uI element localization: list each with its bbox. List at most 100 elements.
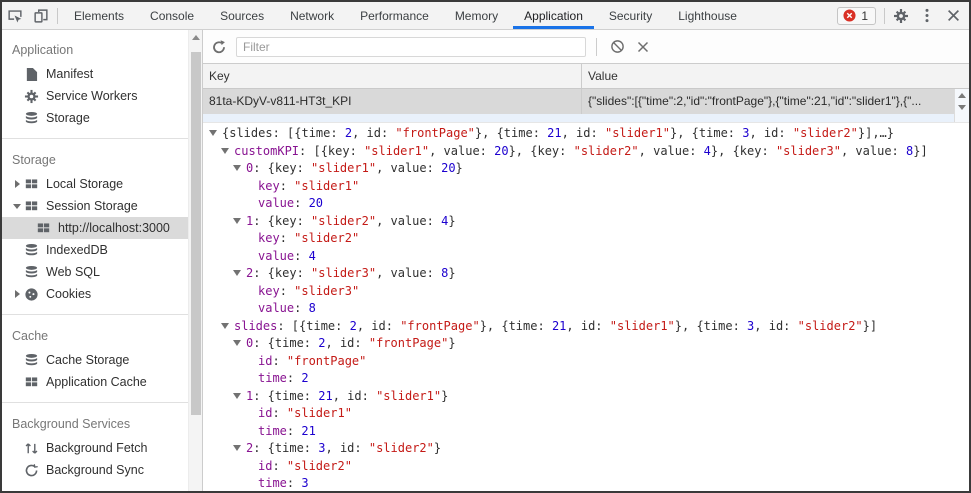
toolbar-divider [884, 7, 885, 24]
tree-line[interactable]: 0: {key: "slider1", value: 20} [203, 160, 969, 178]
token-p: } [433, 441, 442, 455]
sidebar-item-background-fetch[interactable]: Background Fetch [2, 437, 202, 459]
tree-line[interactable]: key: "slider3" [203, 283, 969, 301]
tree-expander-icon[interactable] [233, 160, 246, 178]
tab-console[interactable]: Console [137, 2, 207, 29]
token-s: "slider2" [792, 126, 858, 140]
tab-sources[interactable]: Sources [207, 2, 277, 29]
tree-line[interactable]: customKPI: [{key: "slider1", value: 20},… [203, 143, 969, 161]
token-n: 20 [494, 143, 509, 158]
token-s: "slider3" [775, 143, 841, 158]
tree-expander-icon[interactable] [233, 213, 246, 231]
filter-input[interactable] [236, 36, 586, 57]
token-p: }] [862, 318, 878, 333]
tree-line[interactable]: 1: {time: 21, id: "slider1"} [203, 388, 969, 406]
tree-line[interactable]: value: 4 [203, 248, 969, 266]
devtools-tabbar: Elements Console Sources Network Performance… [2, 2, 969, 30]
tree-line[interactable]: value: 8 [203, 300, 969, 318]
token-p: : {key: [253, 266, 312, 280]
token-s: "frontPage" [368, 336, 449, 350]
sidebar-item-service-workers[interactable]: Service Workers [2, 85, 202, 107]
scroll-down-arrow-icon[interactable] [955, 101, 969, 113]
storage-row-selected[interactable]: 81ta-KDyV-v811-HT3t_KPI {"slides":[{"tim… [203, 89, 969, 114]
tree-line[interactable]: time: 2 [203, 370, 969, 388]
tree-expander-icon[interactable] [221, 143, 234, 161]
tree-line[interactable]: time: 21 [203, 423, 969, 441]
sidebar-item-storage[interactable]: Storage [2, 107, 202, 129]
sidebar-item-cookies[interactable]: Cookies [2, 283, 202, 305]
tab-security[interactable]: Security [596, 2, 665, 29]
tab-lighthouse[interactable]: Lighthouse [665, 2, 750, 29]
expander-collapsed-icon[interactable] [11, 290, 23, 298]
sidebar-item-http-localhost-3000[interactable]: http://localhost:3000 [2, 217, 202, 239]
section-divider [2, 402, 202, 403]
inspect-icon[interactable] [2, 3, 28, 29]
grid-scrollbar[interactable] [954, 89, 969, 122]
tree-line[interactable]: 2: {time: 3, id: "slider2"} [203, 440, 969, 458]
sidebar-item-manifest[interactable]: Manifest [2, 63, 202, 85]
token-s: "slider1" [376, 388, 442, 403]
column-header-value[interactable]: Value [582, 64, 969, 88]
tree-expander-icon[interactable] [221, 318, 234, 336]
tree-expander-icon[interactable] [233, 335, 246, 353]
token-k: key [258, 283, 280, 298]
tab-application[interactable]: Application [511, 2, 596, 29]
token-p: , value: [638, 143, 704, 158]
tab-elements[interactable]: Elements [61, 2, 137, 29]
storage-key: 81ta-KDyV-v811-HT3t_KPI [203, 89, 582, 114]
tree-line[interactable]: 1: {key: "slider2", value: 4} [203, 213, 969, 231]
token-n: 4 [703, 143, 711, 158]
tree-expander-icon[interactable] [233, 388, 246, 406]
sidebar-item-cache-storage[interactable]: Cache Storage [2, 349, 202, 371]
sidebar-scrollbar[interactable] [188, 30, 202, 491]
sidebar-item-web-sql[interactable]: Web SQL [2, 261, 202, 283]
session-storage-panel: Key Value 81ta-KDyV-v811-HT3t_KPI {"slid… [203, 30, 969, 491]
expander-collapsed-icon[interactable] [11, 180, 23, 188]
sidebar-item-session-storage[interactable]: Session Storage [2, 195, 202, 217]
settings-gear-icon[interactable] [888, 3, 914, 29]
toolbar-divider [57, 7, 58, 24]
tab-memory[interactable]: Memory [442, 2, 511, 29]
more-menu-icon[interactable] [914, 3, 940, 29]
scrollbar-thumb[interactable] [190, 52, 201, 415]
token-p: : [279, 283, 295, 298]
scroll-up-arrow-icon[interactable] [955, 89, 969, 101]
tree-line[interactable]: key: "slider1" [203, 178, 969, 196]
sidebar-item-background-sync[interactable]: Background Sync [2, 459, 202, 481]
close-icon[interactable] [940, 3, 966, 29]
tab-network[interactable]: Network [277, 2, 347, 29]
tab-performance[interactable]: Performance [347, 2, 442, 29]
tree-expander-icon[interactable] [233, 265, 246, 283]
scroll-up-arrow-icon[interactable] [192, 35, 200, 40]
sidebar-item-application-cache[interactable]: Application Cache [2, 371, 202, 393]
tree-line[interactable]: key: "slider2" [203, 230, 969, 248]
tree-line[interactable]: slides: [{time: 2, id: "frontPage"}, {ti… [203, 318, 969, 336]
token-n: 21 [547, 126, 562, 140]
tree-line[interactable]: id: "slider1" [203, 405, 969, 423]
token-p: }, {key: [710, 143, 776, 158]
token-p: , value: [376, 213, 442, 228]
tree-line[interactable]: id: "frontPage" [203, 353, 969, 371]
tree-line[interactable]: id: "slider2" [203, 458, 969, 476]
device-toolbar-icon[interactable] [28, 3, 54, 29]
token-p: : {time: [253, 441, 319, 455]
tree-line[interactable]: 0: {time: 2, id: "frontPage"} [203, 335, 969, 353]
refresh-icon[interactable] [206, 34, 232, 60]
token-s: "slider1" [294, 178, 360, 193]
tree-line[interactable]: 2: {key: "slider3", value: 8} [203, 265, 969, 283]
column-header-key[interactable]: Key [203, 64, 582, 88]
expander-expanded-icon[interactable] [11, 204, 23, 209]
token-n: 21 [318, 388, 333, 403]
delete-selected-icon[interactable] [630, 34, 656, 60]
tree-expander-icon[interactable] [209, 125, 222, 143]
token-k: time [258, 423, 287, 438]
tree-line[interactable]: time: 3 [203, 475, 969, 491]
sidebar-item-indexeddb[interactable]: IndexedDB [2, 239, 202, 261]
tree-expander-icon[interactable] [233, 440, 246, 458]
error-badge[interactable]: 1 [837, 6, 876, 25]
tree-line[interactable]: value: 20 [203, 195, 969, 213]
sidebar-item-local-storage[interactable]: Local Storage [2, 173, 202, 195]
tree-line[interactable]: {slides: [{time: 2, id: "frontPage"}, {t… [203, 125, 969, 143]
token-k: value [258, 196, 295, 210]
clear-all-icon[interactable] [604, 34, 630, 60]
